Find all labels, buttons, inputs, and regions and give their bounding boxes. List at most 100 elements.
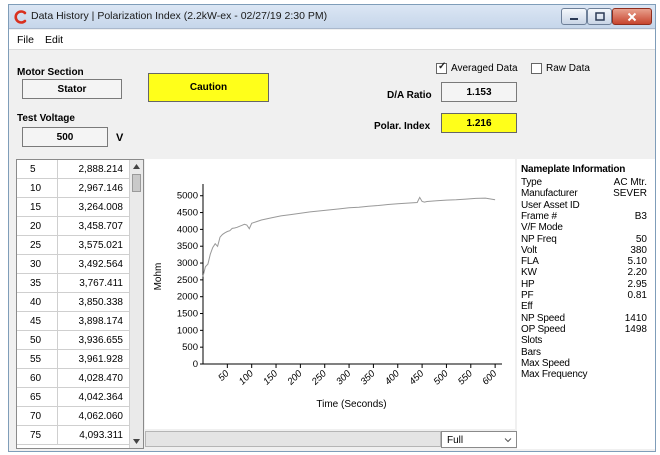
reading-time: 40 (30, 297, 42, 308)
reading-row[interactable]: 5 2,888.214 (17, 160, 129, 179)
nameplate-row: HP 2.95 (521, 279, 651, 290)
reading-time: 70 (30, 411, 42, 422)
x-tick-label: 250 (309, 368, 329, 388)
nameplate-row: Volt 380 (521, 245, 651, 256)
reading-time: 10 (30, 183, 42, 194)
reading-row[interactable]: 65 4,042.364 (17, 388, 129, 407)
title-bar[interactable]: Data History | Polarization Index (2.2kW… (9, 5, 655, 29)
reading-value: 3,264.008 (78, 202, 124, 213)
column-divider (57, 179, 58, 198)
nameplate-row: Max Speed (521, 358, 651, 369)
reading-value: 3,961.928 (78, 354, 124, 365)
reading-value: 3,492.564 (78, 259, 124, 270)
reading-row[interactable]: 40 3,850.338 (17, 293, 129, 312)
averaged-data-check-icon[interactable] (436, 61, 447, 74)
x-tick-label: 600 (480, 368, 499, 387)
reading-row[interactable]: 60 4,028.470 (17, 369, 129, 388)
menu-edit[interactable]: Edit (45, 34, 63, 46)
reading-row[interactable]: 20 3,458.707 (17, 217, 129, 236)
reading-row[interactable]: 10 2,967.146 (17, 179, 129, 198)
close-button[interactable] (612, 8, 652, 25)
nameplate-title: Nameplate Information (521, 164, 626, 175)
reading-time: 65 (30, 392, 42, 403)
raw-data-check-icon[interactable] (531, 63, 542, 74)
reading-value: 3,850.338 (78, 297, 124, 308)
reading-value: 3,767.411 (79, 278, 123, 289)
scroll-thumb[interactable] (132, 174, 141, 192)
nameplate-row: V/F Mode (521, 222, 651, 233)
averaged-data-label: Averaged Data (451, 63, 518, 74)
averaged-data-checkbox[interactable]: Averaged Data (436, 61, 518, 74)
zoom-dropdown[interactable]: Full (441, 431, 517, 448)
reading-value: 3,936.655 (78, 335, 124, 346)
nameplate-row: Eff (521, 301, 651, 312)
y-tick-label: 3500 (177, 241, 198, 252)
reading-value: 2,967.146 (78, 183, 124, 194)
reading-time: 30 (30, 259, 42, 270)
reading-row[interactable]: 30 3,492.564 (17, 255, 129, 274)
reading-time: 60 (30, 373, 42, 384)
nameplate-value: SEVER (613, 188, 647, 200)
scroll-down-icon[interactable] (132, 437, 141, 446)
raw-data-checkbox[interactable]: Raw Data (531, 63, 590, 74)
reading-row[interactable]: 55 3,961.928 (17, 350, 129, 369)
test-voltage-label: Test Voltage (17, 113, 75, 124)
nameplate-key: FLA (521, 256, 539, 268)
nameplate-key: HP (521, 278, 535, 290)
x-tick-label: 450 (407, 368, 426, 387)
app-logo-icon (14, 10, 27, 24)
column-divider (57, 426, 58, 445)
reading-row[interactable]: 25 3,575.021 (17, 236, 129, 255)
nameplate-value: 1410 (624, 312, 647, 324)
reading-row[interactable]: 50 3,936.655 (17, 331, 129, 350)
column-divider (57, 236, 58, 255)
menu-file[interactable]: File (17, 34, 34, 46)
test-voltage-value: 500 (22, 127, 108, 147)
x-tick-label: 300 (334, 368, 353, 387)
nameplate-row: Bars (521, 347, 651, 358)
reading-row[interactable]: 15 3,264.008 (17, 198, 129, 217)
nameplate-key: Manufacturer (521, 188, 578, 200)
reading-row[interactable]: 35 3,767.411 (17, 274, 129, 293)
nameplate-key: User Asset ID (521, 199, 580, 211)
reading-time: 55 (30, 354, 42, 365)
nameplate-value: 380 (630, 244, 647, 256)
polar-index-label: Polar. Index (374, 121, 431, 132)
scroll-up-icon[interactable] (132, 162, 141, 171)
nameplate-row: FLA 5.10 (521, 256, 651, 267)
nameplate-panel: Nameplate Information Type AC Mtr. Manufac… (517, 159, 655, 449)
y-tick-label: 3000 (177, 258, 198, 269)
polarization-chart: 0 500 1000 1500 2000 2500 3000 3500 4000 4500 5000… (145, 159, 515, 429)
nameplate-row: Type AC Mtr. (521, 177, 651, 188)
x-tick-label: 350 (359, 368, 378, 387)
reading-row[interactable]: 70 4,062.060 (17, 407, 129, 426)
reading-value: 4,093.311 (79, 430, 123, 441)
nameplate-row: OP Speed 1498 (521, 324, 651, 335)
reading-time: 5 (30, 164, 36, 175)
reading-row[interactable]: 45 3,898.174 (17, 312, 129, 331)
readings-list[interactable]: 5 2,888.214 10 2,967.146 15 3,264.008 20 3,458.… (16, 159, 144, 449)
reading-time: 20 (30, 221, 42, 232)
maximize-icon (594, 12, 605, 21)
y-tick-label: 4000 (177, 224, 198, 235)
nameplate-row: Slots (521, 335, 651, 346)
readings-scrollbar[interactable] (129, 160, 143, 448)
y-tick-label: 5000 (177, 191, 198, 202)
x-axis-label: Time (Seconds) (316, 399, 386, 410)
nameplate-value: 2.20 (627, 267, 647, 279)
reading-row[interactable]: 75 4,093.311 (17, 426, 129, 445)
nameplate-key: Frame # (521, 210, 557, 222)
column-divider (57, 331, 58, 350)
nameplate-value: 5.10 (627, 256, 647, 268)
x-tick-label: 550 (456, 368, 475, 387)
nameplate-row: Max Frequency (521, 369, 651, 380)
menu-bar: File Edit (9, 30, 655, 50)
chart-horizontal-scrollbar[interactable] (145, 431, 441, 447)
minimize-button[interactable] (561, 8, 587, 25)
motor-section-value: Stator (22, 79, 122, 99)
column-divider (57, 255, 58, 274)
maximize-button[interactable] (587, 8, 612, 25)
nameplate-key: Type (521, 177, 542, 188)
da-ratio-label: D/A Ratio (387, 90, 432, 101)
reading-value: 4,042.364 (78, 392, 124, 403)
